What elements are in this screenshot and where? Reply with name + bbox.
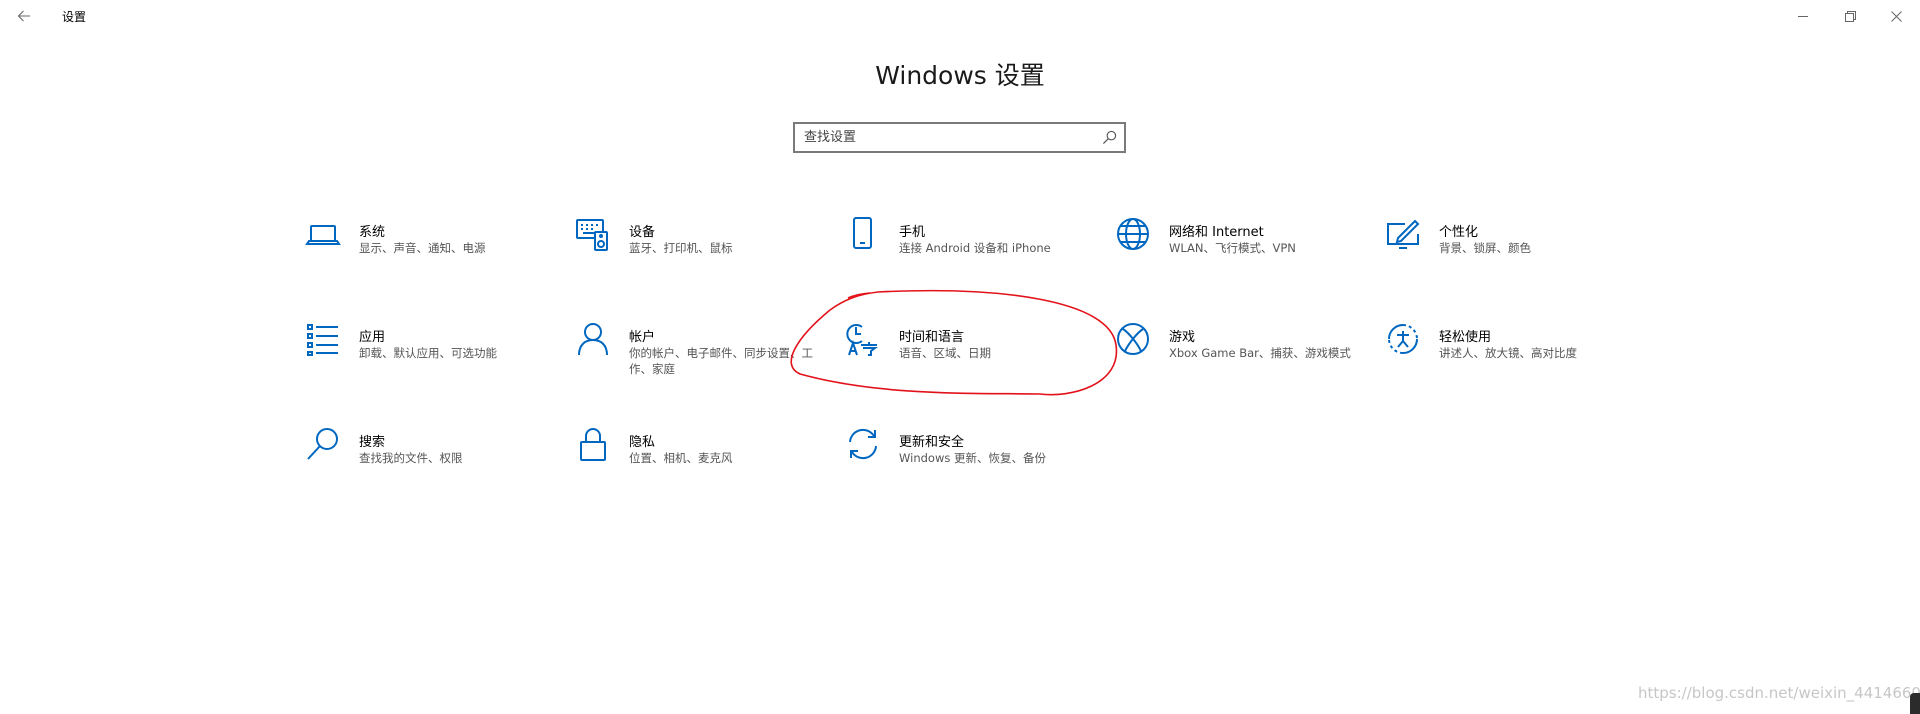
watermark: https://blog.csdn.net/weixin_44146602	[1638, 684, 1920, 702]
search-box[interactable]	[793, 122, 1126, 153]
xbox-icon	[1115, 321, 1151, 357]
page-title: Windows 设置	[875, 61, 1045, 90]
tile-system[interactable]: 系统 显示、声音、通知、电源	[305, 212, 575, 317]
close-button[interactable]	[1873, 0, 1919, 32]
app-list-icon	[305, 321, 341, 357]
tile-description: 语音、区域、日期	[899, 346, 991, 360]
resize-grip	[1910, 693, 1920, 714]
tile-title: 系统	[359, 225, 386, 240]
tile-update-security[interactable]: 更新和安全 Windows 更新、恢复、备份	[845, 422, 1115, 527]
back-button[interactable]	[10, 2, 38, 30]
close-icon	[1890, 10, 1902, 22]
tile-time-language[interactable]: 时间和语言 语音、区域、日期	[845, 317, 1115, 422]
tile-description: 显示、声音、通知、电源	[359, 241, 486, 255]
tile-description: 卸载、默认应用、可选功能	[359, 346, 497, 360]
tile-description: 背景、锁屏、颜色	[1439, 241, 1531, 255]
tile-title: 设备	[629, 225, 656, 240]
tile-accounts[interactable]: 帐户 你的帐户、电子邮件、同步设置、工作、家庭	[575, 317, 845, 422]
tile-network[interactable]: 网络和 Internet WLAN、飞行模式、VPN	[1115, 212, 1385, 317]
tile-title: 帐户	[629, 330, 656, 345]
tile-description: Windows 更新、恢复、备份	[899, 451, 1046, 465]
tile-description: 讲述人、放大镜、高对比度	[1439, 346, 1577, 360]
lock-icon	[575, 426, 611, 462]
tile-phone[interactable]: 手机 连接 Android 设备和 iPhone	[845, 212, 1115, 317]
tile-description: 查找我的文件、权限	[359, 451, 463, 465]
globe-icon	[1115, 216, 1151, 252]
tile-description: 连接 Android 设备和 iPhone	[899, 241, 1051, 255]
tile-title: 游戏	[1169, 330, 1196, 345]
tile-gaming[interactable]: 游戏 Xbox Game Bar、捕获、游戏模式	[1115, 317, 1385, 422]
tile-title: 隐私	[629, 435, 656, 450]
search-input[interactable]	[804, 124, 1094, 151]
back-arrow-icon	[17, 10, 30, 22]
laptop-icon	[305, 216, 341, 252]
tile-personalization[interactable]: 个性化 背景、锁屏、颜色	[1385, 212, 1655, 317]
tile-title: 轻松使用	[1439, 330, 1492, 345]
tile-description: 位置、相机、麦克风	[629, 451, 733, 465]
tile-title: 时间和语言	[899, 330, 965, 345]
tile-ease-of-access[interactable]: 轻松使用 讲述人、放大镜、高对比度	[1385, 317, 1655, 422]
restore-button[interactable]	[1827, 0, 1873, 32]
tile-description: Xbox Game Bar、捕获、游戏模式	[1169, 346, 1351, 360]
app-title: 设置	[62, 10, 87, 24]
tile-title: 应用	[359, 330, 386, 345]
tile-title: 更新和安全	[899, 435, 965, 450]
tile-title: 搜索	[359, 435, 386, 450]
tile-title: 网络和 Internet	[1169, 225, 1264, 240]
restore-icon	[1844, 10, 1856, 22]
sync-arrows-icon	[845, 426, 881, 462]
tile-devices[interactable]: 设备 蓝牙、打印机、鼠标	[575, 212, 845, 317]
time-language-icon	[845, 321, 881, 357]
tile-title: 个性化	[1439, 225, 1479, 240]
tile-apps[interactable]: 应用 卸载、默认应用、可选功能	[305, 317, 575, 422]
person-icon	[575, 321, 611, 357]
tile-description: 你的帐户、电子邮件、同步设置、工作、家庭	[629, 346, 813, 376]
keyboard-speaker-icon	[575, 216, 611, 252]
search-icon[interactable]	[1102, 130, 1117, 145]
minimize-button[interactable]	[1780, 0, 1826, 32]
phone-icon	[845, 216, 881, 252]
paint-screen-icon	[1385, 216, 1421, 252]
settings-grid: 系统 显示、声音、通知、电源 设备 蓝牙、打印机、鼠标 手机 连接 Androi…	[305, 212, 1655, 527]
magnifier-icon	[305, 426, 341, 462]
title-bar: 设置	[0, 0, 1920, 32]
tile-search[interactable]: 搜索 查找我的文件、权限	[305, 422, 575, 527]
ease-of-access-icon	[1385, 321, 1421, 357]
tile-title: 手机	[899, 225, 926, 240]
tile-privacy[interactable]: 隐私 位置、相机、麦克风	[575, 422, 845, 527]
tile-description: WLAN、飞行模式、VPN	[1169, 241, 1296, 255]
minimize-icon	[1797, 15, 1808, 17]
tile-description: 蓝牙、打印机、鼠标	[629, 241, 733, 255]
